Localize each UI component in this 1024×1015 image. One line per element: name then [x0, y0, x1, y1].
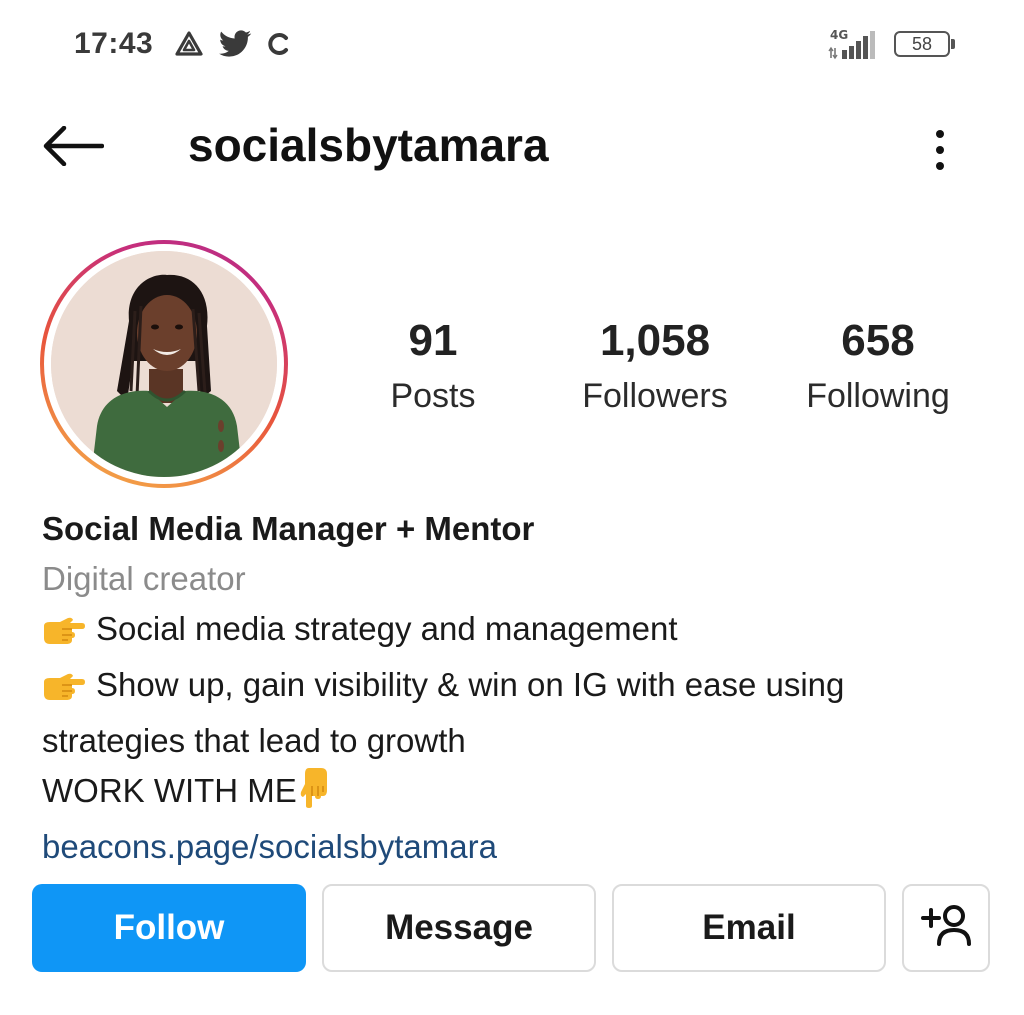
pointing-right-icon — [42, 666, 86, 716]
bio-link[interactable]: beacons.page/socialsbytamara — [42, 822, 982, 872]
bio-line: Show up, gain visibility & win on IG wit… — [42, 660, 982, 766]
status-icons-left — [174, 30, 292, 58]
pointing-right-icon — [42, 610, 86, 660]
battery-icon: 58 — [894, 31, 955, 57]
bio-line-text: WORK WITH ME — [42, 772, 297, 809]
email-button[interactable]: Email — [612, 884, 886, 972]
back-arrow-icon — [42, 125, 105, 171]
followers-label: Followers — [582, 377, 728, 415]
avatar[interactable] — [51, 251, 277, 477]
add-person-icon — [919, 902, 973, 955]
sync-icon — [266, 31, 292, 57]
story-ring[interactable] — [40, 240, 288, 488]
battery-level: 58 — [911, 33, 933, 54]
status-time: 17:43 — [74, 27, 154, 60]
pointing-down-icon — [299, 766, 331, 822]
back-button[interactable] — [40, 120, 106, 176]
profile-bio: Social Media Manager + Mentor Digital cr… — [42, 504, 982, 872]
more-vertical-icon-dot — [936, 146, 944, 154]
profile-category: Digital creator — [42, 560, 246, 597]
more-vertical-icon-dot — [936, 162, 944, 170]
profile-name: Social Media Manager + Mentor — [42, 510, 535, 547]
stat-posts[interactable]: 91 Posts — [368, 316, 498, 418]
drive-icon — [174, 30, 204, 58]
twitter-icon — [218, 30, 252, 58]
following-label: Following — [806, 377, 950, 415]
bio-line: Social media strategy and management — [42, 604, 982, 660]
more-options-button[interactable] — [918, 122, 962, 178]
avatar-ring-gap — [44, 244, 284, 484]
stat-following[interactable]: 658 Following — [790, 316, 966, 418]
message-button[interactable]: Message — [322, 884, 596, 972]
suggested-accounts-button[interactable] — [902, 884, 990, 972]
follow-button[interactable]: Follow — [32, 884, 306, 972]
following-count: 658 — [841, 316, 915, 365]
signal-icon: 4G — [828, 28, 880, 60]
posts-count: 91 — [408, 316, 458, 365]
profile-username: socialsbytamara — [188, 119, 549, 171]
more-vertical-icon-dot — [936, 130, 944, 138]
status-right: 4G 58 — [828, 28, 955, 60]
posts-label: Posts — [390, 377, 476, 415]
stat-followers[interactable]: 1,058 Followers — [560, 316, 750, 418]
bio-line-text: Show up, gain visibility & win on IG wit… — [42, 666, 845, 759]
bio-line-text: Social media strategy and management — [96, 610, 678, 647]
bio-line: WORK WITH ME — [42, 766, 982, 822]
followers-count: 1,058 — [599, 316, 711, 365]
